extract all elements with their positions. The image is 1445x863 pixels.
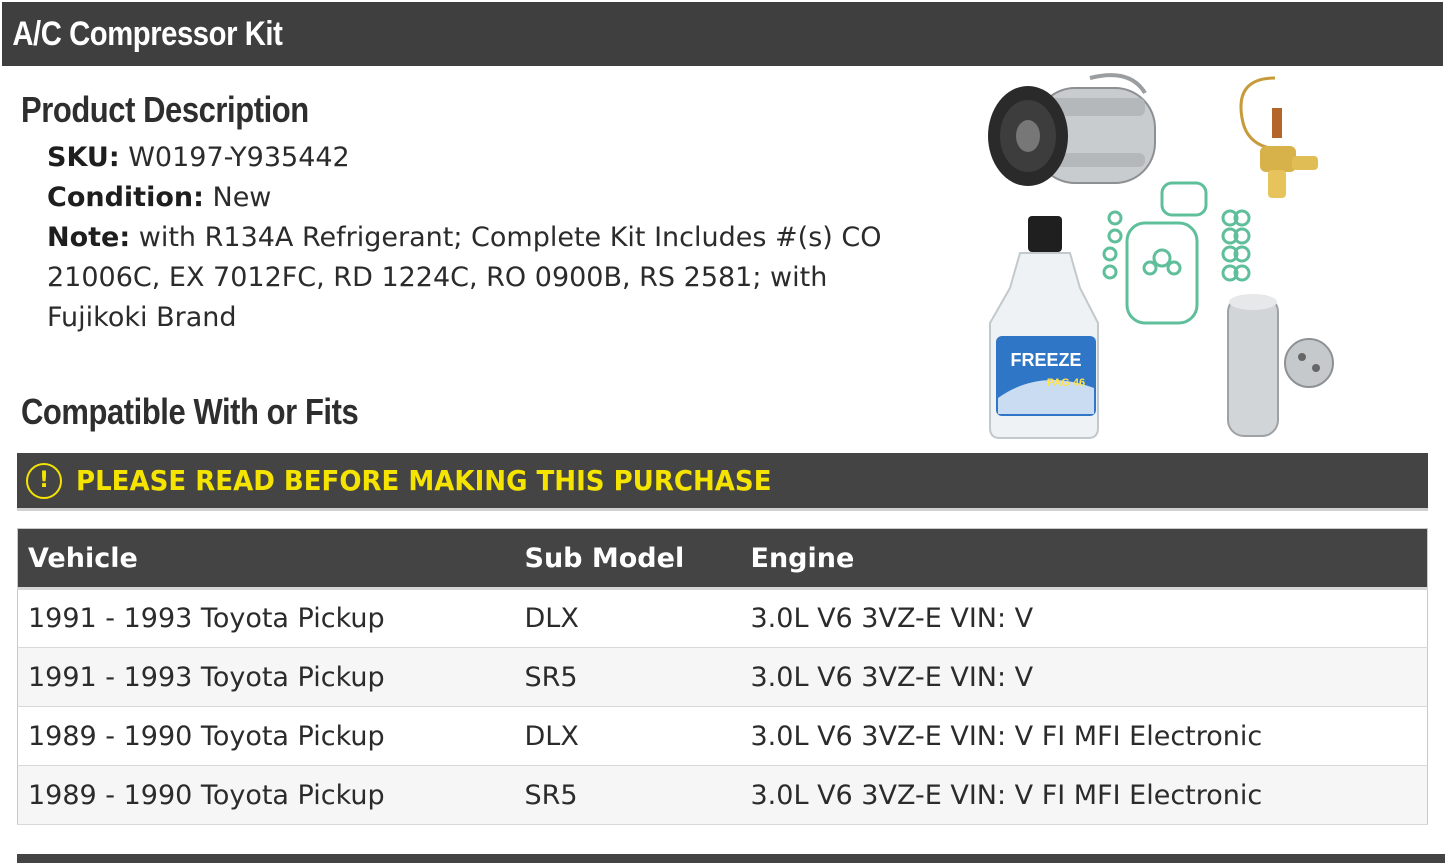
condition-value: New xyxy=(212,182,272,213)
engine-cell: 3.0L V6 3VZ-E VIN: V xyxy=(740,647,1428,707)
fitment-table: Vehicle Sub Model Engine 1991 - 1993 Toy… xyxy=(17,528,1428,825)
column-header-sub-model: Sub Model xyxy=(514,528,741,590)
bottle-label: FREEZE xyxy=(1010,350,1081,370)
note-row: Note: with R134A Refrigerant; Complete K… xyxy=(47,218,897,338)
compatibility-heading: Compatible With or Fits xyxy=(21,391,359,432)
table-row: 1991 - 1993 Toyota Pickup SR5 3.0L V6 3V… xyxy=(17,647,1428,707)
sku-value: W0197-Y935442 xyxy=(128,142,350,173)
title-bar: A/C Compressor Kit xyxy=(2,2,1443,66)
sku-label: SKU: xyxy=(47,142,120,173)
note-value: with R134A Refrigerant; Complete Kit Inc… xyxy=(47,222,882,333)
condition-label: Condition: xyxy=(47,182,204,213)
condition-row: Condition: New xyxy=(47,178,897,218)
page-title: A/C Compressor Kit xyxy=(12,15,283,53)
table-header-row: Vehicle Sub Model Engine xyxy=(17,528,1428,590)
column-header-vehicle: Vehicle xyxy=(17,528,515,590)
engine-cell: 3.0L V6 3VZ-E VIN: V FI MFI Electronic xyxy=(740,765,1428,825)
purchase-warning-text: PLEASE READ BEFORE MAKING THIS PURCHASE xyxy=(76,464,772,497)
vehicle-cell: 1989 - 1990 Toyota Pickup xyxy=(17,706,515,766)
engine-cell: 3.0L V6 3VZ-E VIN: V xyxy=(740,588,1428,648)
table-row: 1989 - 1990 Toyota Pickup SR5 3.0L V6 3V… xyxy=(17,765,1428,825)
bottom-section-bar xyxy=(17,854,1445,863)
note-label: Note: xyxy=(47,222,131,253)
product-description-heading: Product Description xyxy=(21,89,309,130)
sub-model-cell: DLX xyxy=(514,588,741,648)
table-row: 1989 - 1990 Toyota Pickup DLX 3.0L V6 3V… xyxy=(17,706,1428,766)
oil-bottle-image: FREEZE PAG 46 xyxy=(989,216,1099,439)
purchase-warning-bar: ! PLEASE READ BEFORE MAKING THIS PURCHAS… xyxy=(17,453,1428,511)
expansion-valve-image xyxy=(1239,76,1318,198)
vehicle-cell: 1989 - 1990 Toyota Pickup xyxy=(17,765,515,825)
product-details: SKU: W0197-Y935442 Condition: New Note: … xyxy=(47,138,897,338)
drier-image xyxy=(1227,294,1334,437)
engine-cell: 3.0L V6 3VZ-E VIN: V FI MFI Electronic xyxy=(740,706,1428,766)
table-row: 1991 - 1993 Toyota Pickup DLX 3.0L V6 3V… xyxy=(17,588,1428,648)
exclamation-circle-icon: ! xyxy=(26,462,62,499)
vehicle-cell: 1991 - 1993 Toyota Pickup xyxy=(17,588,515,648)
o-rings-image xyxy=(1102,181,1251,325)
sku-row: SKU: W0197-Y935442 xyxy=(47,138,897,178)
sub-model-cell: SR5 xyxy=(514,765,741,825)
vehicle-cell: 1991 - 1993 Toyota Pickup xyxy=(17,647,515,707)
bottle-sublabel: PAG 46 xyxy=(1047,377,1085,389)
sub-model-cell: DLX xyxy=(514,706,741,766)
compressor-image xyxy=(988,73,1156,186)
product-image: FREEZE PAG 46 xyxy=(988,73,1334,439)
sub-model-cell: SR5 xyxy=(514,647,741,707)
column-header-engine: Engine xyxy=(740,528,1428,590)
